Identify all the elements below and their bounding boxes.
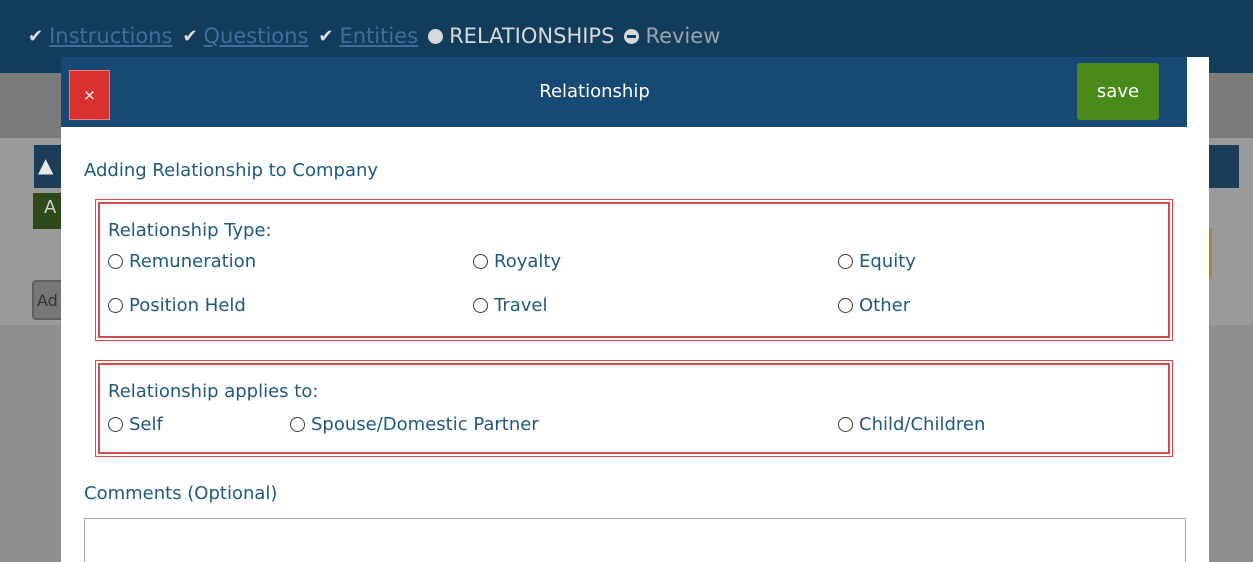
radio-circle-icon[interactable]: [838, 254, 853, 269]
step-label[interactable]: Entities: [340, 24, 419, 48]
option-label: Self: [129, 414, 163, 435]
step-instructions[interactable]: ✔ Instructions: [28, 24, 172, 48]
relationship-modal: × Relationship save Adding Relationship …: [61, 57, 1209, 562]
step-questions[interactable]: ✔ Questions: [182, 24, 308, 48]
modal-subtitle: Adding Relationship to Company: [84, 160, 379, 181]
radio-spouse-domestic-partner[interactable]: Spouse/Domestic Partner: [290, 414, 539, 435]
radio-other[interactable]: Other: [838, 295, 910, 316]
step-review: Review: [624, 24, 720, 48]
option-label: Royalty: [494, 251, 562, 272]
checkmark-icon: ✔: [182, 25, 198, 47]
radio-circle-icon[interactable]: [838, 298, 853, 313]
radio-remuneration[interactable]: Remuneration: [108, 251, 256, 272]
radio-travel[interactable]: Travel: [473, 295, 548, 316]
option-label: Child/Children: [859, 414, 986, 435]
radio-self[interactable]: Self: [108, 414, 163, 435]
radio-position-held[interactable]: Position Held: [108, 295, 246, 316]
relationship-applies-to-group: Relationship applies to: Self Spouse/Dom…: [95, 360, 1173, 457]
step-entities[interactable]: ✔ Entities: [318, 24, 418, 48]
checkmark-icon: ✔: [318, 25, 334, 47]
minus-circle-icon: [624, 28, 640, 44]
option-label: Other: [859, 295, 911, 316]
radio-circle-icon[interactable]: [108, 298, 123, 313]
option-label: Travel: [494, 295, 548, 316]
relationship-type-group: Relationship Type: Remuneration Royalty …: [95, 199, 1173, 341]
radio-child-children[interactable]: Child/Children: [838, 414, 985, 435]
applies-to-label: Relationship applies to:: [108, 381, 319, 402]
option-label: Spouse/Domestic Partner: [311, 414, 539, 435]
radio-circle-icon[interactable]: [473, 298, 488, 313]
step-label: Review: [645, 24, 721, 48]
radio-circle-icon[interactable]: [290, 417, 305, 432]
radio-circle-icon[interactable]: [473, 254, 488, 269]
relationship-type-label: Relationship Type:: [108, 220, 272, 241]
radio-circle-icon[interactable]: [108, 417, 123, 432]
save-button[interactable]: save: [1077, 63, 1159, 120]
option-label: Equity: [859, 251, 916, 272]
radio-royalty[interactable]: Royalty: [473, 251, 561, 272]
radio-circle-icon[interactable]: [108, 254, 123, 269]
checkmark-icon: ✔: [28, 25, 44, 47]
comments-textarea[interactable]: [84, 518, 1186, 562]
radio-equity[interactable]: Equity: [838, 251, 916, 272]
step-relationships: RELATIONSHIPS: [428, 24, 614, 48]
option-label: Position Held: [129, 295, 246, 316]
radio-circle-icon[interactable]: [838, 417, 853, 432]
step-label[interactable]: Questions: [204, 24, 309, 48]
triangle-up-icon: ▲: [38, 153, 54, 177]
modal-title: Relationship: [539, 81, 650, 102]
step-label[interactable]: Instructions: [49, 24, 172, 48]
current-step-dot-icon: [428, 28, 444, 44]
wizard-steps: ✔ Instructions ✔ Questions ✔ Entities RE…: [28, 18, 730, 54]
option-label: Remuneration: [129, 251, 257, 272]
modal-header: × Relationship save: [61, 57, 1187, 127]
comments-label: Comments (Optional): [84, 483, 278, 504]
step-label: RELATIONSHIPS: [449, 24, 615, 48]
